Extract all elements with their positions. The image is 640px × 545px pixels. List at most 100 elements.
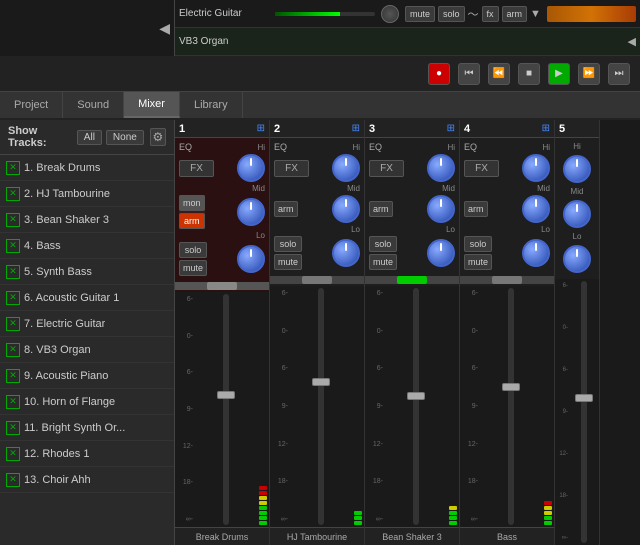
meter-red-seg bbox=[259, 491, 267, 495]
channel-1-send-knob[interactable] bbox=[207, 282, 237, 290]
channel-2-arm-button[interactable]: arm bbox=[274, 201, 298, 217]
channel-4-solo-button[interactable]: solo bbox=[464, 236, 492, 252]
channel-2-send-knob[interactable] bbox=[302, 276, 332, 284]
channel-2-mute-button[interactable]: mute bbox=[274, 254, 302, 270]
list-item[interactable]: ✕ 7. Electric Guitar bbox=[0, 311, 174, 337]
tab-sound[interactable]: Sound bbox=[63, 92, 124, 118]
channel-4-hi-knob[interactable] bbox=[522, 154, 550, 182]
list-item[interactable]: ✕ 2. HJ Tambourine bbox=[0, 181, 174, 207]
channel-4-arm-button[interactable]: arm bbox=[464, 201, 488, 217]
channel-1-solo-button[interactable]: solo bbox=[179, 242, 207, 258]
channel-2-fx-button[interactable]: FX bbox=[274, 160, 309, 177]
list-item[interactable]: ✕ 6. Acoustic Guitar 1 bbox=[0, 285, 174, 311]
track-4-checkbox[interactable]: ✕ bbox=[6, 239, 20, 253]
track-3-checkbox[interactable]: ✕ bbox=[6, 213, 20, 227]
channel-4-fader-section: 6- 0- 6- 9- 12- 18- ∞- bbox=[460, 286, 554, 527]
channel-4-send-knob[interactable] bbox=[492, 276, 522, 284]
rewind-button[interactable]: ⏪ bbox=[488, 63, 510, 85]
track-7-checkbox[interactable]: ✕ bbox=[6, 317, 20, 331]
channel-3-mid-knob[interactable] bbox=[427, 195, 455, 223]
channel-1-grid-icon[interactable]: ⊞ bbox=[257, 123, 265, 134]
channel-2-grid-icon[interactable]: ⊞ bbox=[352, 123, 360, 134]
channel-2-mid-knob[interactable] bbox=[332, 195, 360, 223]
channel-3-mute-button[interactable]: mute bbox=[369, 254, 397, 270]
track-11-checkbox[interactable]: ✕ bbox=[6, 421, 20, 435]
dropdown-icon[interactable]: ▼ bbox=[530, 8, 541, 20]
channel-1-lo-knob[interactable] bbox=[237, 245, 265, 273]
channel-1-mid-knob[interactable] bbox=[237, 198, 265, 226]
channel-3-grid-icon[interactable]: ⊞ bbox=[447, 123, 455, 134]
list-item[interactable]: ✕ 10. Horn of Flange bbox=[0, 389, 174, 415]
channel-2-solo-button[interactable]: solo bbox=[274, 236, 302, 252]
list-item[interactable]: ✕ 5. Synth Bass bbox=[0, 259, 174, 285]
channel-4-fader-thumb[interactable] bbox=[502, 383, 520, 391]
track-13-checkbox[interactable]: ✕ bbox=[6, 473, 20, 487]
channel-5-hi-knob[interactable] bbox=[563, 155, 591, 183]
list-item[interactable]: ✕ 4. Bass bbox=[0, 233, 174, 259]
channel-3-fader-thumb[interactable] bbox=[407, 392, 425, 400]
channel-1-hi-knob[interactable] bbox=[237, 154, 265, 182]
track-6-checkbox[interactable]: ✕ bbox=[6, 291, 20, 305]
channel-3-hi-knob[interactable] bbox=[427, 154, 455, 182]
track-10-checkbox[interactable]: ✕ bbox=[6, 395, 20, 409]
channel-5-fader-thumb[interactable] bbox=[575, 394, 593, 402]
track-9-checkbox[interactable]: ✕ bbox=[6, 369, 20, 383]
track-1-checkbox[interactable]: ✕ bbox=[6, 161, 20, 175]
channel-4-lo-knob[interactable] bbox=[522, 239, 550, 267]
channel-1-mute-button[interactable]: mute bbox=[179, 260, 207, 276]
list-item[interactable]: ✕ 12. Rhodes 1 bbox=[0, 441, 174, 467]
track-8-checkbox[interactable]: ✕ bbox=[6, 343, 20, 357]
channel-1-mon-button[interactable]: mon bbox=[179, 195, 205, 211]
channel-1-fx-button[interactable]: FX bbox=[179, 160, 214, 177]
all-filter-button[interactable]: All bbox=[77, 130, 102, 145]
prev-button[interactable]: ⏮ bbox=[458, 63, 480, 85]
settings-gear-button[interactable]: ⚙ bbox=[150, 128, 166, 146]
channel-3-arm-button[interactable]: arm bbox=[369, 201, 393, 217]
channel-4-mute-button[interactable]: mute bbox=[464, 254, 492, 270]
channel-4-fx-button[interactable]: FX bbox=[464, 160, 499, 177]
electric-guitar-arm-button[interactable]: arm bbox=[502, 6, 528, 22]
electric-guitar-fx-button[interactable]: fx bbox=[482, 6, 499, 22]
none-filter-button[interactable]: None bbox=[106, 130, 144, 145]
channel-3-send-indicator[interactable] bbox=[397, 276, 427, 284]
channel-3-fx-button[interactable]: FX bbox=[369, 160, 404, 177]
list-item[interactable]: ✕ 1. Break Drums bbox=[0, 155, 174, 181]
channel-4-mid-knob[interactable] bbox=[522, 195, 550, 223]
channel-4-fader-rail[interactable] bbox=[508, 288, 514, 525]
channel-2-fader-rail[interactable] bbox=[318, 288, 324, 525]
scroll-arrow-icon[interactable]: ◀ bbox=[159, 20, 170, 37]
channel-1-fader-thumb[interactable] bbox=[217, 391, 235, 399]
channel-2-hi-knob[interactable] bbox=[332, 154, 360, 182]
list-item[interactable]: ✕ 11. Bright Synth Or... bbox=[0, 415, 174, 441]
channel-3-fader-divider bbox=[365, 276, 459, 284]
channel-1-fader-rail[interactable] bbox=[223, 294, 229, 525]
channel-3-solo-button[interactable]: solo bbox=[369, 236, 397, 252]
channel-3-fader-rail[interactable] bbox=[413, 288, 419, 525]
play-button[interactable]: ▶ bbox=[548, 63, 570, 85]
track-12-checkbox[interactable]: ✕ bbox=[6, 447, 20, 461]
list-item[interactable]: ✕ 3. Bean Shaker 3 bbox=[0, 207, 174, 233]
stop-button[interactable]: ■ bbox=[518, 63, 540, 85]
list-item[interactable]: ✕ 13. Choir Ahh bbox=[0, 467, 174, 493]
forward-button[interactable]: ⏩ bbox=[578, 63, 600, 85]
channel-5-mid-knob[interactable] bbox=[563, 200, 591, 228]
organ-arrow-icon[interactable]: ◀ bbox=[628, 35, 636, 48]
channel-2-lo-knob[interactable] bbox=[332, 239, 360, 267]
track-2-checkbox[interactable]: ✕ bbox=[6, 187, 20, 201]
track-5-checkbox[interactable]: ✕ bbox=[6, 265, 20, 279]
tab-project[interactable]: Project bbox=[0, 92, 63, 118]
channel-5-fader-rail[interactable] bbox=[581, 281, 587, 543]
list-item[interactable]: ✕ 8. VB3 Organ bbox=[0, 337, 174, 363]
channel-2-fader-thumb[interactable] bbox=[312, 378, 330, 386]
electric-guitar-solo-button[interactable]: solo bbox=[438, 6, 465, 22]
list-item[interactable]: ✕ 9. Acoustic Piano bbox=[0, 363, 174, 389]
channel-4-grid-icon[interactable]: ⊞ bbox=[542, 123, 550, 134]
record-button[interactable]: ● bbox=[428, 63, 450, 85]
next-button[interactable]: ⏭ bbox=[608, 63, 630, 85]
tab-library[interactable]: Library bbox=[180, 92, 243, 118]
channel-5-lo-knob[interactable] bbox=[563, 245, 591, 273]
channel-1-arm-button[interactable]: arm bbox=[179, 213, 205, 229]
electric-guitar-mute-button[interactable]: mute bbox=[405, 6, 435, 22]
tab-mixer[interactable]: Mixer bbox=[124, 92, 180, 118]
channel-3-lo-knob[interactable] bbox=[427, 239, 455, 267]
